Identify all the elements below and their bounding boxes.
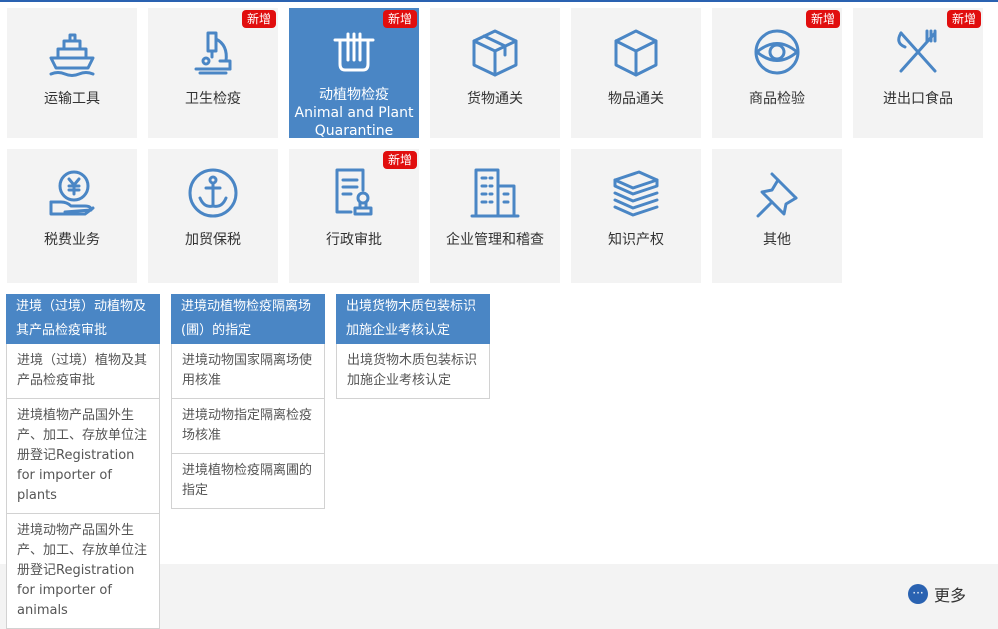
tile-label: 物品通关 (608, 91, 664, 107)
new-badge: 新增 (382, 10, 417, 28)
column-list: 进境动物国家隔离场使用核准 进境动物指定隔离检疫场核准 进境植物检疫隔离圃的指定 (171, 344, 325, 509)
tile-label: 知识产权 (608, 232, 664, 248)
tile-cargo-clearance[interactable]: 货物通关 (430, 8, 560, 138)
tile-label: 行政审批 (326, 232, 382, 248)
microscope-icon (185, 24, 241, 80)
anchor-icon (185, 165, 241, 221)
pushpin-icon (749, 165, 805, 221)
building-icon (467, 165, 523, 221)
more-label: 更多 (933, 586, 966, 605)
list-item[interactable]: 进境植物检疫隔离圃的指定 (172, 453, 324, 508)
list-item[interactable]: 进境植物产品国外生产、加工、存放单位注册登记Registration for i… (7, 398, 159, 513)
test-tubes-icon (326, 24, 382, 78)
tile-label: 运输工具 (44, 91, 100, 107)
document-stamp-icon (326, 165, 382, 221)
tile-label: 卫生检疫 (185, 91, 241, 107)
tile-import-export-food[interactable]: 新增 进出口食品 (853, 8, 983, 138)
column-header[interactable]: 进境动植物检疫隔离场(圃）的指定 (171, 294, 325, 344)
cube-icon (608, 24, 664, 80)
new-badge: 新增 (946, 10, 981, 28)
tile-goods-clearance[interactable]: 物品通关 (571, 8, 701, 138)
new-badge: 新增 (805, 10, 840, 28)
subcategory-column-3: 出境货物木质包装标识加施企业考核认定 出境货物木质包装标识加施企业考核认定 (336, 294, 490, 399)
column-list: 出境货物木质包装标识加施企业考核认定 (336, 344, 490, 399)
subcategory-column-1: 进境（过境）动植物及其产品检疫审批 进境（过境）植物及其产品检疫审批 进境植物产… (6, 294, 160, 629)
column-header[interactable]: 进境（过境）动植物及其产品检疫审批 (6, 294, 160, 344)
tile-animal-plant-quarantine[interactable]: 新增 动植物检疫 Animal and Plant Quarantine (289, 8, 419, 139)
subcategory-column-2: 进境动植物检疫隔离场(圃）的指定 进境动物国家隔离场使用核准 进境动物指定隔离检… (171, 294, 325, 509)
list-item[interactable]: 进境动物国家隔离场使用核准 (172, 344, 324, 398)
yuan-hand-icon (44, 165, 100, 221)
tile-label: 货物通关 (467, 91, 523, 107)
more-button[interactable]: ··· 更多 (907, 582, 966, 606)
fork-knife-icon (890, 24, 946, 80)
tile-other[interactable]: 其他 (712, 149, 842, 283)
list-item[interactable]: 进境动物产品国外生产、加工、存放单位注册登记Registration for i… (7, 513, 159, 628)
list-item[interactable]: 出境货物木质包装标识加施企业考核认定 (337, 344, 489, 398)
ellipsis-icon: ··· (907, 584, 928, 604)
tile-label: 其他 (763, 232, 791, 248)
tile-enterprise-management[interactable]: 企业管理和稽查 (430, 149, 560, 283)
ship-icon (44, 24, 100, 80)
tile-label: 加贸保税 (185, 232, 241, 248)
tile-label: 企业管理和稽查 (446, 232, 544, 248)
tile-label: 动植物检疫 Animal and Plant Quarantine (294, 87, 414, 139)
tile-tax-fees[interactable]: 税费业务 (7, 149, 137, 283)
tile-administrative-approval[interactable]: 新增 行政审批 (289, 149, 419, 283)
tile-transport[interactable]: 运输工具 (7, 8, 137, 138)
box-icon (467, 24, 523, 80)
list-item[interactable]: 进境（过境）植物及其产品检疫审批 (7, 344, 159, 398)
books-icon (608, 165, 664, 221)
tile-bonded-processing[interactable]: 加贸保税 (148, 149, 278, 283)
tile-label: 进出口食品 (883, 91, 953, 107)
new-badge: 新增 (241, 10, 276, 28)
tile-label: 税费业务 (44, 232, 100, 248)
top-border (0, 0, 998, 2)
list-item[interactable]: 进境动物指定隔离检疫场核准 (172, 398, 324, 453)
tile-intellectual-property[interactable]: 知识产权 (571, 149, 701, 283)
tile-label: 商品检验 (749, 91, 805, 107)
column-header[interactable]: 出境货物木质包装标识加施企业考核认定 (336, 294, 490, 344)
tile-commodity-inspection[interactable]: 新增 商品检验 (712, 8, 842, 138)
new-badge: 新增 (382, 151, 417, 169)
eye-icon (749, 24, 805, 80)
tile-health-quarantine[interactable]: 新增 卫生检疫 (148, 8, 278, 138)
column-list: 进境（过境）植物及其产品检疫审批 进境植物产品国外生产、加工、存放单位注册登记R… (6, 344, 160, 629)
